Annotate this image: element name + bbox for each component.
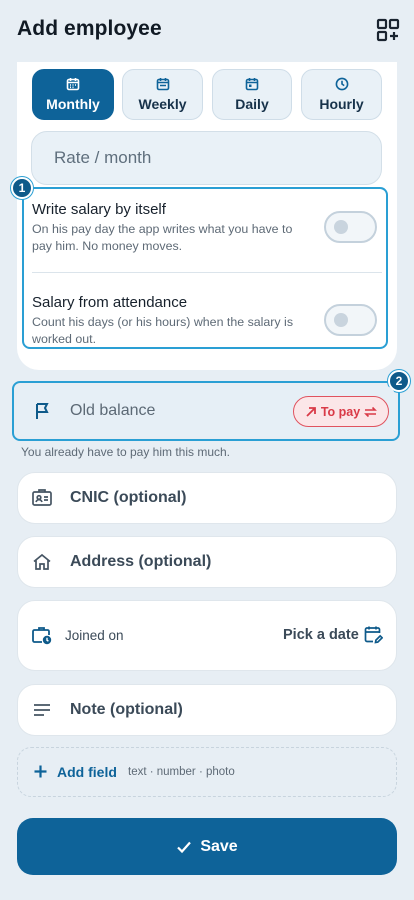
calendar-icon	[245, 78, 259, 91]
pick-date-link[interactable]: Pick a date	[283, 627, 359, 643]
calendar-edit-icon[interactable]	[364, 625, 383, 644]
qr-add-icon	[376, 18, 400, 42]
add-field-label: Add field	[57, 764, 117, 780]
option-desc-attendance-salary: Count his days (or his hours) when the s…	[32, 315, 294, 346]
page-title: Add employee	[17, 17, 162, 40]
tab-label: Hourly	[319, 96, 364, 112]
rate-input[interactable]: Rate / month	[31, 131, 382, 185]
clock-icon	[335, 77, 348, 91]
balance-direction-chip[interactable]: To pay	[293, 396, 389, 427]
calendar-icon	[156, 78, 169, 91]
tab-hourly[interactable]: Hourly	[301, 69, 382, 120]
check-icon	[177, 841, 192, 853]
attendance-salary-toggle[interactable]	[324, 304, 377, 336]
save-label: Save	[200, 837, 238, 855]
old-balance-label: Old balance	[70, 402, 156, 419]
flag-icon	[36, 403, 49, 419]
qr-add-button[interactable]	[376, 18, 400, 42]
plus-icon	[34, 765, 47, 778]
divider	[32, 272, 382, 273]
joined-on-label: Joined on	[65, 628, 124, 643]
calendar-icon	[66, 78, 80, 91]
option-title-attendance-salary: Salary from attendance	[32, 294, 188, 311]
swap-icon	[364, 406, 378, 417]
tab-daily[interactable]: Daily	[212, 69, 292, 120]
balance-helper-text: You already have to pay him this much.	[21, 445, 231, 459]
option-desc-auto-salary: On his pay day the app writes what you h…	[32, 222, 293, 253]
tab-label: Daily	[235, 96, 269, 112]
tab-weekly[interactable]: Weekly	[122, 69, 203, 120]
tab-label: Monthly	[46, 96, 100, 112]
tab-monthly[interactable]: Monthly	[32, 69, 114, 120]
notes-icon	[34, 704, 50, 716]
home-icon	[33, 553, 51, 570]
add-field-hint: text · number · photo	[128, 766, 235, 778]
rate-placeholder: Rate / month	[54, 148, 152, 167]
option-title-auto-salary: Write salary by itself	[32, 201, 166, 218]
note-label: Note (optional)	[70, 701, 183, 718]
save-button[interactable]: Save	[17, 818, 397, 875]
id-card-icon	[32, 489, 52, 506]
auto-salary-toggle[interactable]	[324, 211, 377, 243]
briefcase-clock-icon	[32, 627, 52, 645]
annotation-badge-1: 1	[11, 177, 33, 199]
cnic-label: CNIC (optional)	[70, 489, 187, 506]
tab-label: Weekly	[138, 96, 187, 112]
balance-direction-label: To pay	[320, 404, 361, 419]
address-label: Address (optional)	[70, 553, 212, 570]
arrow-up-right-icon	[306, 406, 316, 417]
